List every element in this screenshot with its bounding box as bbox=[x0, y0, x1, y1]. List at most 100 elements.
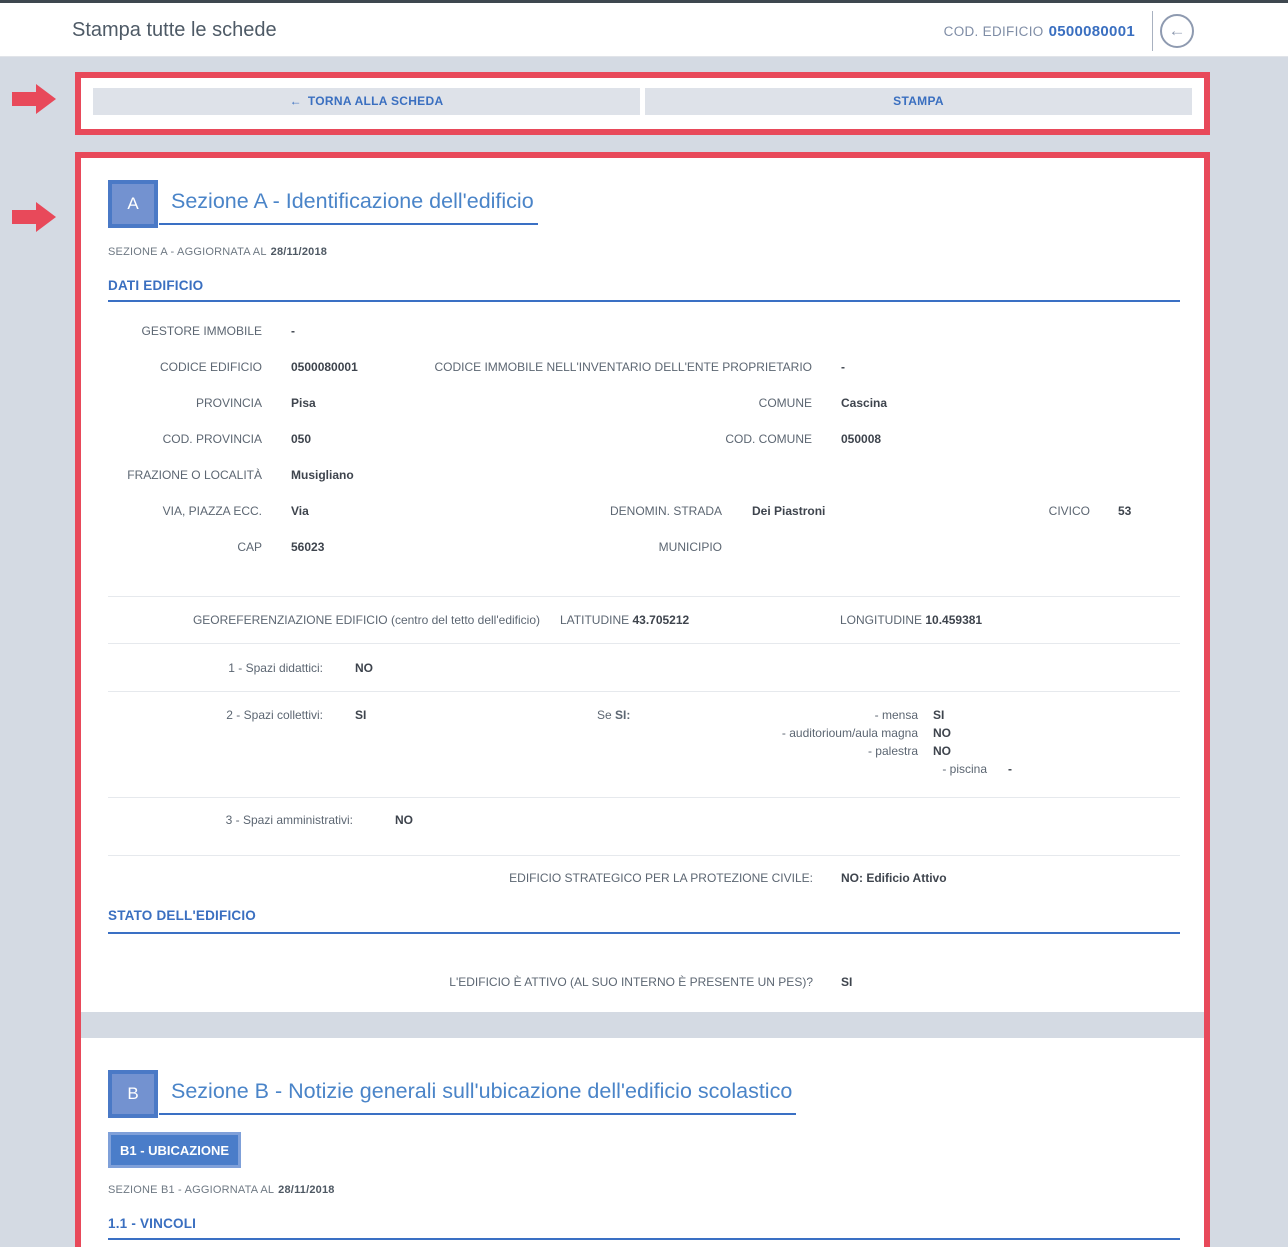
denom-strada-value: Dei Piastroni bbox=[752, 504, 825, 518]
page-title: Stampa tutte le schede bbox=[72, 19, 277, 42]
via-value: Via bbox=[291, 504, 309, 518]
annotation-arrow-section bbox=[12, 202, 56, 232]
section-b-meta: SEZIONE B1 - AGGIORNATA AL28/11/2018 bbox=[108, 1184, 1180, 1196]
latitudine-value: 43.705212 bbox=[632, 613, 689, 627]
piscina-label: - piscina bbox=[942, 762, 987, 776]
sub-row-auditorium: - auditorioum/aula magna NO bbox=[610, 726, 1030, 744]
header-divider bbox=[1152, 11, 1153, 51]
row-edificio-attivo: L'EDIFICIO È ATTIVO (AL SUO INTERNO È PR… bbox=[108, 964, 1180, 1000]
cap-value: 56023 bbox=[291, 540, 324, 554]
edificio-attivo-value: SI bbox=[841, 975, 852, 989]
comune-value: Cascina bbox=[841, 396, 887, 410]
gestore-label: GESTORE IMMOBILE bbox=[108, 324, 262, 338]
b1-ubicazione-button[interactable]: B1 - UBICAZIONE bbox=[108, 1132, 241, 1168]
codice-edificio-value: 0500080001 bbox=[291, 360, 358, 374]
row-spazi-didattici: 1 - Spazi didattici: NO bbox=[108, 644, 1180, 691]
building-code: COD. EDIFICIO 0500080001 bbox=[944, 23, 1135, 40]
content-highlight-box: A Sezione A - Identificazione dell'edifi… bbox=[75, 152, 1210, 1247]
building-code-value: 0500080001 bbox=[1049, 23, 1135, 40]
row-cod-provincia: COD. PROVINCIA 050 COD. COMUNE 050008 bbox=[108, 421, 1180, 457]
cod-provincia-value: 050 bbox=[291, 432, 311, 446]
spazi-amministrativi-value: NO bbox=[395, 813, 413, 827]
municipio-label: MUNICIPIO bbox=[422, 540, 722, 554]
frazione-value: Musigliano bbox=[291, 468, 354, 482]
spazi-collettivi-sublist: - mensa SI - auditorioum/aula magna NO -… bbox=[610, 708, 1030, 780]
torna-alla-scheda-label: TORNA ALLA SCHEDA bbox=[308, 94, 444, 108]
section-b-header: B Sezione B - Notizie generali sull'ubic… bbox=[108, 1070, 1180, 1118]
section-gap-band bbox=[81, 1012, 1204, 1038]
building-code-label: COD. EDIFICIO bbox=[944, 24, 1044, 39]
stampa-label: STAMPA bbox=[893, 94, 944, 108]
section-b-meta-date: 28/11/2018 bbox=[278, 1184, 334, 1196]
section-b-card: B Sezione B - Notizie generali sull'ubic… bbox=[81, 1070, 1204, 1240]
via-label: VIA, PIAZZA ECC. bbox=[108, 504, 262, 518]
auditorium-value: NO bbox=[933, 726, 951, 740]
row-codice-edificio: CODICE EDIFICIO 0500080001 CODICE IMMOBI… bbox=[108, 349, 1180, 385]
row-provincia: PROVINCIA Pisa COMUNE Cascina bbox=[108, 385, 1180, 421]
spazi-amministrativi-label: 3 - Spazi amministrativi: bbox=[108, 813, 353, 827]
frazione-label: FRAZIONE O LOCALITÀ bbox=[108, 468, 262, 482]
codice-edificio-label: CODICE EDIFICIO bbox=[108, 360, 262, 374]
section-b-title: Sezione B - Notizie generali sull'ubicaz… bbox=[159, 1079, 796, 1115]
civico-value: 53 bbox=[1118, 504, 1131, 518]
dati-edificio-rule bbox=[108, 300, 1180, 302]
section-a-card: A Sezione A - Identificazione dell'edifi… bbox=[81, 158, 1204, 1012]
cap-label: CAP bbox=[108, 540, 262, 554]
stampa-button[interactable]: STAMPA bbox=[645, 88, 1192, 115]
codice-immobile-value: - bbox=[841, 360, 845, 374]
annotation-arrow-toolbar bbox=[12, 84, 56, 114]
row-georeferenziazione: GEOREFERENZIAZIONE EDIFICIO (centro del … bbox=[108, 597, 1180, 643]
auditorium-label: - auditorioum/aula magna bbox=[782, 726, 918, 740]
denom-strada-label: DENOMIN. STRADA bbox=[422, 504, 722, 518]
spazi-didattici-label: 1 - Spazi didattici: bbox=[108, 661, 323, 675]
stato-edificio-heading: STATO DELL'EDIFICIO bbox=[108, 908, 1180, 923]
dati-edificio-rows: GESTORE IMMOBILE - CODICE EDIFICIO 05000… bbox=[108, 313, 1180, 565]
spazi-didattici-value: NO bbox=[355, 661, 373, 675]
piscina-value: - bbox=[1008, 762, 1012, 776]
row-edificio-strategico: EDIFICIO STRATEGICO PER LA PROTEZIONE CI… bbox=[108, 856, 1180, 900]
comune-label: COMUNE bbox=[388, 396, 812, 410]
spazi-collettivi-label: 2 - Spazi collettivi: bbox=[108, 708, 323, 722]
section-a-header: A Sezione A - Identificazione dell'edifi… bbox=[108, 180, 1180, 228]
sub-row-mensa: - mensa SI bbox=[610, 708, 1030, 726]
page-header: Stampa tutte le schede COD. EDIFICIO 0500… bbox=[0, 3, 1288, 57]
cod-provincia-label: COD. PROVINCIA bbox=[108, 432, 262, 446]
back-arrow-icon: ← bbox=[1169, 21, 1186, 40]
sub-row-palestra: - palestra NO bbox=[610, 744, 1030, 762]
georef-label: GEOREFERENZIAZIONE EDIFICIO (centro del … bbox=[108, 613, 540, 627]
strategico-label: EDIFICIO STRATEGICO PER LA PROTEZIONE CI… bbox=[108, 871, 813, 885]
row-gestore: GESTORE IMMOBILE - bbox=[108, 313, 1180, 349]
latitudine-label: LATITUDINE bbox=[560, 613, 629, 627]
mensa-label: - mensa bbox=[875, 708, 918, 722]
row-cap: CAP 56023 MUNICIPIO bbox=[108, 529, 1180, 565]
strategico-value: NO: Edificio Attivo bbox=[841, 871, 947, 885]
section-a-meta: SEZIONE A - AGGIORNATA AL 28/11/2018 bbox=[108, 246, 1180, 258]
codice-immobile-label: CODICE IMMOBILE NELL'INVENTARIO DELL'ENT… bbox=[388, 360, 812, 374]
torna-alla-scheda-button[interactable]: ← TORNA ALLA SCHEDA bbox=[93, 88, 640, 115]
section-a-meta-prefix: SEZIONE A - AGGIORNATA AL bbox=[108, 246, 267, 258]
section-a-badge: A bbox=[108, 180, 158, 228]
edificio-attivo-label: L'EDIFICIO È ATTIVO (AL SUO INTERNO È PR… bbox=[108, 975, 813, 989]
mensa-value: SI bbox=[933, 708, 944, 722]
longitudine-value: 10.459381 bbox=[925, 613, 982, 627]
section-a-title: Sezione A - Identificazione dell'edifici… bbox=[159, 189, 538, 225]
provincia-value: Pisa bbox=[291, 396, 316, 410]
cod-comune-label: COD. COMUNE bbox=[388, 432, 812, 446]
longitudine: LONGITUDINE 10.459381 bbox=[840, 613, 982, 627]
cod-comune-value: 050008 bbox=[841, 432, 881, 446]
row-spazi-amministrativi: 3 - Spazi amministrativi: NO bbox=[108, 798, 1180, 855]
civico-label: CIVICO bbox=[890, 504, 1090, 518]
toolbar-highlight-box: ← TORNA ALLA SCHEDA STAMPA bbox=[75, 72, 1210, 135]
stato-edificio-rule bbox=[108, 932, 1180, 934]
spazi-collettivi-value: SI bbox=[355, 708, 366, 722]
vincoli-heading: 1.1 - VINCOLI bbox=[108, 1216, 1180, 1231]
latitudine: LATITUDINE 43.705212 bbox=[560, 613, 689, 627]
section-a-meta-date: 28/11/2018 bbox=[271, 246, 327, 258]
back-arrow-icon: ← bbox=[290, 94, 302, 108]
row-spazi-collettivi: 2 - Spazi collettivi: SI Se SI: - mensa … bbox=[108, 692, 1180, 797]
back-button[interactable]: ← bbox=[1160, 14, 1194, 48]
section-b-badge: B bbox=[108, 1070, 158, 1118]
palestra-label: - palestra bbox=[868, 744, 918, 758]
sub-row-piscina: - piscina - bbox=[610, 762, 1030, 780]
palestra-value: NO bbox=[933, 744, 951, 758]
